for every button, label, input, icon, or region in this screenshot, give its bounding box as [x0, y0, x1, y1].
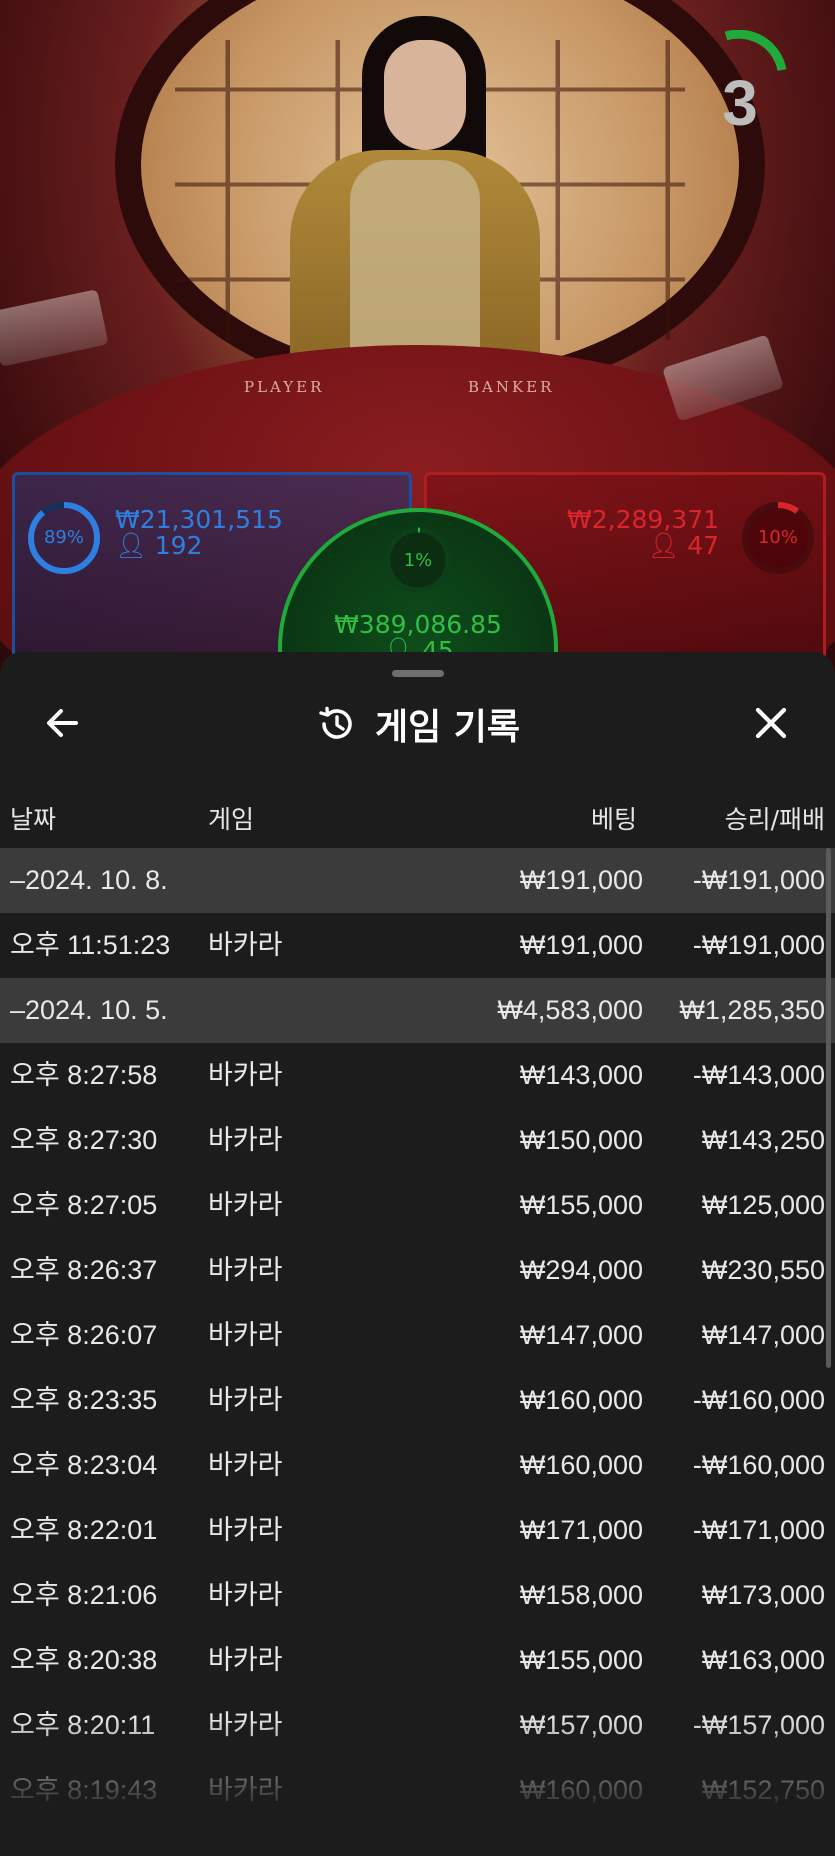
banker-percent: 10%	[757, 527, 798, 548]
table-row[interactable]: 오후 8:22:01 바카라 ₩171,000 -₩171,000	[0, 1498, 835, 1563]
tie-percent: 1%	[403, 550, 433, 571]
row-bet: ₩191,000	[519, 865, 643, 895]
countdown-timer: 3	[690, 30, 790, 139]
row-winloss: -₩191,000	[692, 865, 825, 895]
row-bet: ₩150,000	[519, 1125, 643, 1155]
close-button[interactable]	[748, 700, 794, 746]
table-row[interactable]: 오후 8:26:37 바카라 ₩294,000 ₩230,550	[0, 1238, 835, 1303]
row-game: 바카라	[208, 1580, 283, 1610]
column-header-bet: 베팅	[590, 805, 637, 834]
row-winloss: ₩163,000	[701, 1645, 825, 1675]
row-game: 바카라	[208, 930, 283, 960]
row-game: 바카라	[208, 1190, 283, 1220]
row-bet: ₩143,000	[519, 1060, 643, 1090]
tie-amount: ₩389,086.85	[334, 610, 502, 639]
table-row[interactable]: 오후 8:21:06 바카라 ₩158,000 ₩173,000	[0, 1563, 835, 1628]
drag-handle[interactable]	[392, 670, 444, 677]
row-date: 오후 8:23:35	[10, 1385, 158, 1415]
table-row[interactable]: 오후 8:27:05 바카라 ₩155,000 ₩125,000	[0, 1173, 835, 1238]
row-winloss: -₩160,000	[692, 1450, 825, 1480]
table-row[interactable]: 오후 8:23:35 바카라 ₩160,000 -₩160,000	[0, 1368, 835, 1433]
game-history-sheet: 게임 기록 날짜 게임 베팅 승리/패배 –2024. 10. 8. ₩191,0…	[0, 652, 835, 1856]
row-bet: ₩147,000	[519, 1320, 643, 1350]
row-game: 바카라	[208, 1255, 283, 1285]
person-icon: 👤︎	[115, 531, 147, 560]
row-date: –2024. 10. 5.	[10, 995, 168, 1025]
row-date: 오후 8:26:07	[10, 1320, 158, 1350]
row-winloss: ₩230,550	[701, 1255, 825, 1285]
column-header-winloss: 승리/패배	[724, 805, 825, 834]
history-table: –2024. 10. 8. ₩191,000 -₩191,000 오후 11:51:2…	[0, 848, 835, 1823]
table-label-player: PLAYER	[244, 378, 325, 396]
row-game: 바카라	[208, 1125, 283, 1155]
column-header-date: 날짜	[10, 805, 57, 834]
sheet-header: 게임 기록	[0, 696, 835, 752]
row-bet: ₩158,000	[519, 1580, 643, 1610]
row-bet: ₩4,583,000	[497, 995, 643, 1025]
row-bet: ₩191,000	[519, 930, 643, 960]
table-row[interactable]: 오후 8:20:38 바카라 ₩155,000 ₩163,000	[0, 1628, 835, 1693]
player-count: 👤︎ 192	[115, 531, 202, 561]
date-group-row[interactable]: –2024. 10. 8. ₩191,000 -₩191,000	[0, 848, 835, 913]
row-date: 오후 11:51:23	[10, 930, 171, 960]
row-winloss: ₩173,000	[701, 1580, 825, 1610]
row-bet: ₩160,000	[519, 1385, 643, 1415]
row-game: 바카라	[208, 1320, 283, 1350]
row-date: 오후 8:27:58	[10, 1060, 158, 1090]
countdown-number: 3	[722, 67, 758, 139]
banker-count-value: 47	[687, 531, 719, 560]
table-row[interactable]: 오후 8:27:30 바카라 ₩150,000 ₩143,250	[0, 1108, 835, 1173]
row-winloss: ₩143,250	[701, 1125, 825, 1155]
table-row[interactable]: 오후 8:27:58 바카라 ₩143,000 -₩143,000	[0, 1043, 835, 1108]
row-bet: ₩155,000	[519, 1190, 643, 1220]
card-shoe-left	[0, 289, 109, 367]
row-bet: ₩294,000	[519, 1255, 643, 1285]
row-winloss: -₩160,000	[692, 1385, 825, 1415]
row-game: 바카라	[208, 1060, 283, 1090]
row-winloss: ₩125,000	[701, 1190, 825, 1220]
row-date: 오후 8:23:04	[10, 1450, 158, 1480]
table-label-banker: BANKER	[468, 378, 555, 396]
history-icon	[319, 706, 352, 739]
row-winloss: -₩171,000	[692, 1515, 825, 1545]
player-amount: ₩21,301,515	[115, 505, 283, 534]
scrollbar[interactable]	[826, 848, 831, 1368]
date-group-row[interactable]: –2024. 10. 5. ₩4,583,000 ₩1,285,350	[0, 978, 835, 1043]
row-winloss: ₩1,285,350	[679, 995, 825, 1025]
row-bet: ₩171,000	[519, 1515, 643, 1545]
row-bet: ₩155,000	[519, 1645, 643, 1675]
live-video: PLAYER BANKER 3 89% ₩21,301,515 👤︎ 192 1…	[0, 0, 835, 700]
row-game: 바카라	[208, 1450, 283, 1480]
row-date: –2024. 10. 8.	[10, 865, 168, 895]
row-winloss: ₩147,000	[701, 1320, 825, 1350]
dealer-vest	[350, 160, 480, 360]
row-date: 오후 8:26:37	[10, 1255, 158, 1285]
row-game: 바카라	[208, 1645, 283, 1675]
row-game: 바카라	[208, 1515, 283, 1545]
column-header-game: 게임	[208, 805, 255, 834]
row-winloss: -₩191,000	[692, 930, 825, 960]
dealer-face	[384, 40, 466, 150]
row-date: 오후 8:27:30	[10, 1125, 158, 1155]
row-bet: ₩160,000	[519, 1450, 643, 1480]
player-count-value: 192	[154, 531, 203, 560]
player-percent: 89%	[43, 527, 84, 548]
row-date: 오후 8:20:38	[10, 1645, 158, 1675]
banker-count: 👤︎ 47	[647, 531, 719, 561]
sheet-title: 게임 기록	[374, 707, 520, 748]
person-icon: 👤︎	[647, 531, 680, 560]
row-winloss: -₩143,000	[692, 1060, 825, 1090]
close-icon	[755, 707, 787, 739]
column-headers: 날짜 게임 베팅 승리/패배	[0, 800, 835, 840]
row-date: 오후 8:21:06	[10, 1580, 158, 1610]
row-date: 오후 8:27:05	[10, 1190, 158, 1220]
bottom-fade	[0, 1716, 835, 1856]
row-game: 바카라	[208, 1385, 283, 1415]
table-row[interactable]: 오후 8:26:07 바카라 ₩147,000 ₩147,000	[0, 1303, 835, 1368]
table-row[interactable]: 오후 8:23:04 바카라 ₩160,000 -₩160,000	[0, 1433, 835, 1498]
banker-amount: ₩2,289,371	[567, 505, 719, 534]
table-row[interactable]: 오후 11:51:23 바카라 ₩191,000 -₩191,000	[0, 913, 835, 978]
row-date: 오후 8:22:01	[10, 1515, 158, 1545]
